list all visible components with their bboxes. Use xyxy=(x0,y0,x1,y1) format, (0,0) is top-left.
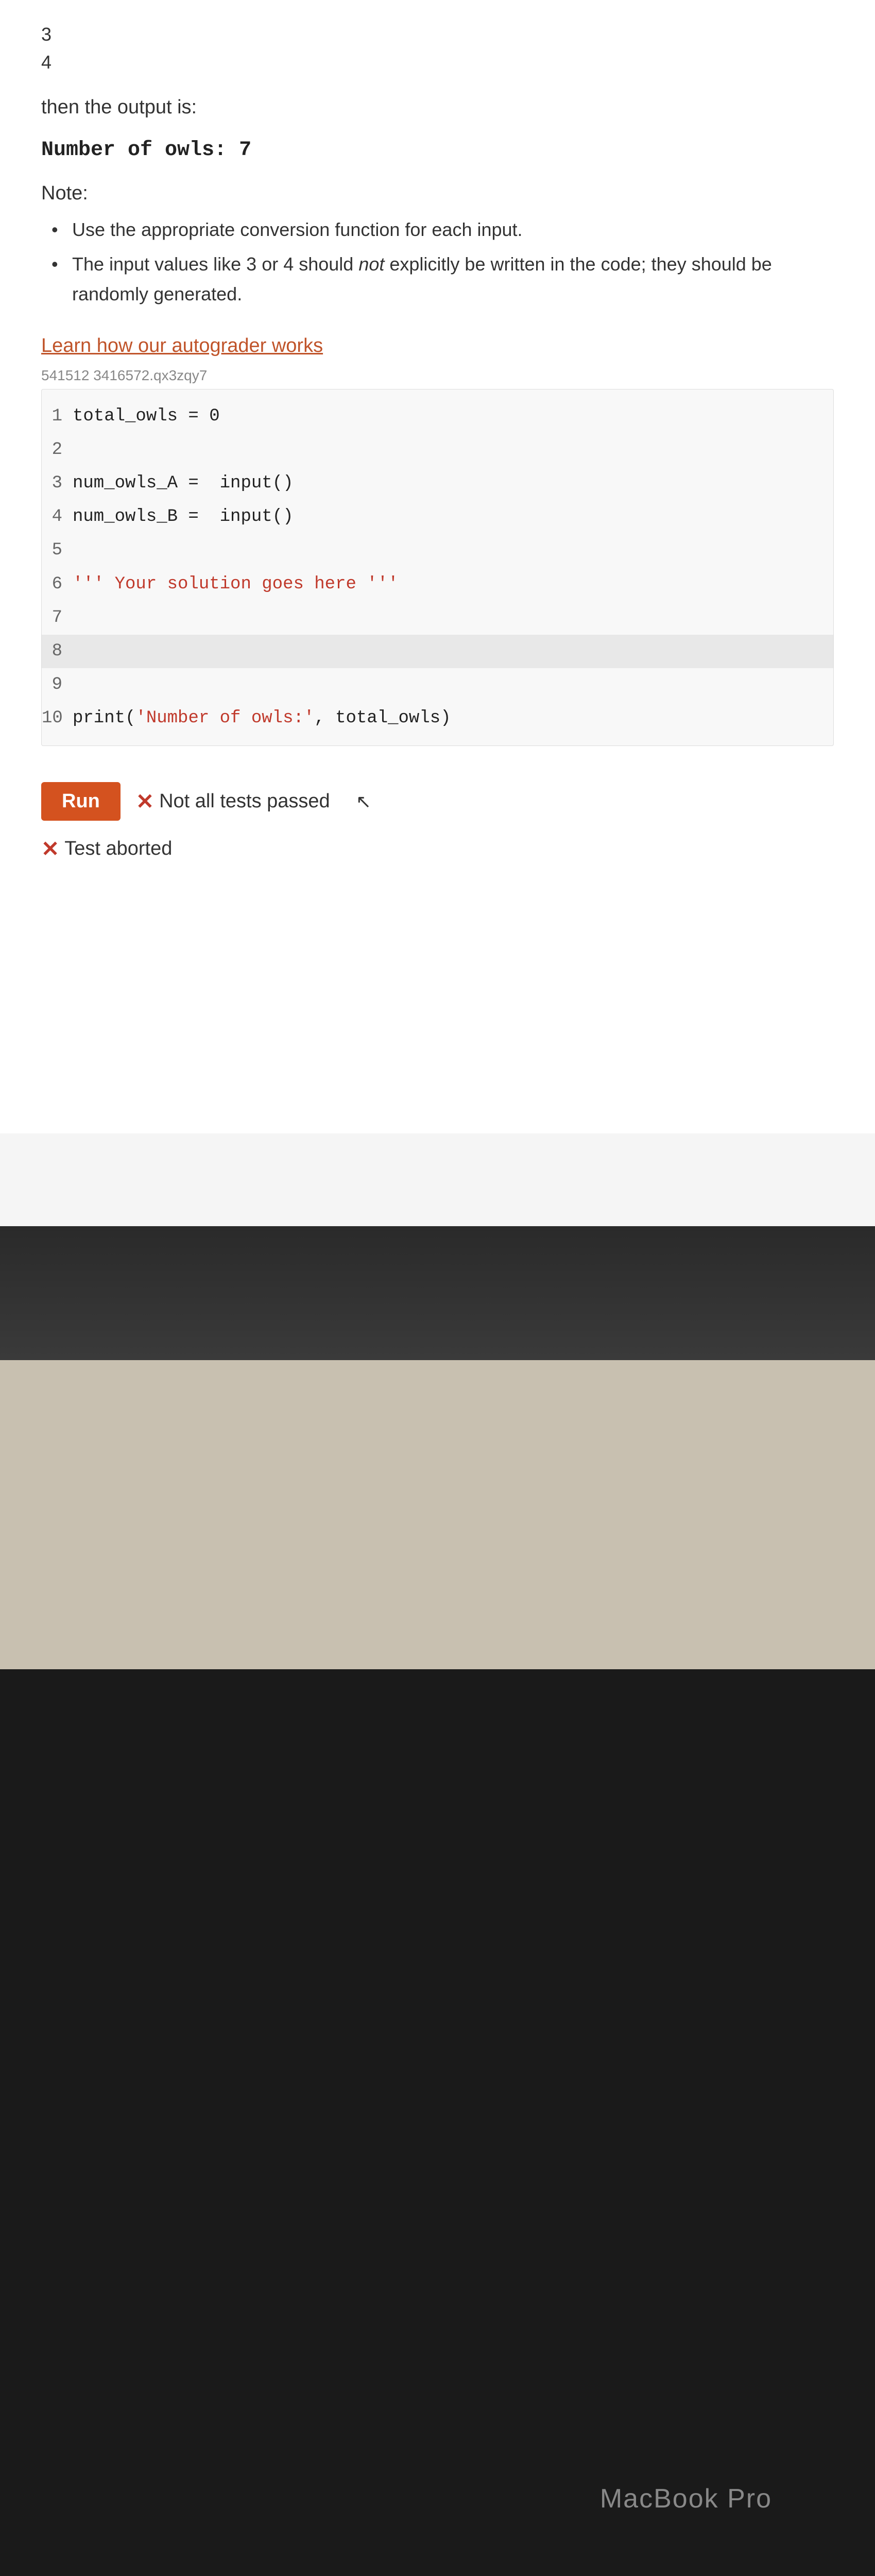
note-item-2: The input values like 3 or 4 should not … xyxy=(52,249,834,309)
note-section: Note: Use the appropriate conversion fun… xyxy=(41,182,834,309)
line-num-4: 4 xyxy=(41,48,834,76)
then-output-text: then the output is: xyxy=(41,92,834,123)
code-line-4: 4 num_owls_B = input() xyxy=(42,500,833,534)
run-area: Run ✕ Not all tests passed ↖ ✕ Test abor… xyxy=(41,772,834,872)
macbook-label: MacBook Pro xyxy=(600,2483,772,2514)
screen: 3 4 then the output is: Number of owls: … xyxy=(0,0,875,1226)
code-line-5: 5 xyxy=(42,534,833,567)
code-line-10: 10 print('Number of owls:', total_owls) xyxy=(42,702,833,735)
main-content: 3 4 then the output is: Number of owls: … xyxy=(0,0,875,1133)
x-icon-tests: ✕ xyxy=(136,789,154,814)
code-line-1: 1 total_owls = 0 xyxy=(42,400,833,433)
code-line-6: 6 ''' Your solution goes here ''' xyxy=(42,568,833,601)
note-item-1: Use the appropriate conversion function … xyxy=(52,215,834,245)
cursor-indicator: ↖ xyxy=(356,791,371,812)
code-line-3: 3 num_owls_A = input() xyxy=(42,467,833,500)
test-aborted-status: ✕ Test aborted xyxy=(41,836,172,861)
note-title: Note: xyxy=(41,182,834,205)
code-output-display: Number of owls: 7 xyxy=(41,139,834,162)
keyboard-area: ⊞ F3 ⠿ F4 ✦ F5 ✦ F6 ◁◁ F7 # 3 $ 4 xyxy=(0,1360,875,1669)
code-line-8: 8 xyxy=(42,635,833,668)
line-num-3: 3 xyxy=(41,21,834,48)
run-row: Run ✕ Not all tests passed ↖ xyxy=(41,782,834,821)
line-numbers-top: 3 4 xyxy=(41,21,834,76)
code-line-7: 7 xyxy=(42,601,833,635)
not-all-tests-status: ✕ Not all tests passed xyxy=(136,789,330,814)
file-id: 541512 3416572.qx3zqy7 xyxy=(41,367,834,384)
learn-autograder-link[interactable]: Learn how our autograder works xyxy=(41,335,323,357)
not-all-tests-label: Not all tests passed xyxy=(159,790,330,812)
code-editor[interactable]: 1 total_owls = 0 2 3 num_owls_A = input(… xyxy=(41,389,834,747)
test-aborted-label: Test aborted xyxy=(64,838,172,860)
code-line-2: 2 xyxy=(42,433,833,467)
x-icon-aborted: ✕ xyxy=(41,836,59,861)
aborted-row: ✕ Test aborted xyxy=(41,836,834,861)
code-line-9: 9 xyxy=(42,668,833,702)
run-button[interactable]: Run xyxy=(41,782,121,821)
note-list: Use the appropriate conversion function … xyxy=(41,215,834,309)
